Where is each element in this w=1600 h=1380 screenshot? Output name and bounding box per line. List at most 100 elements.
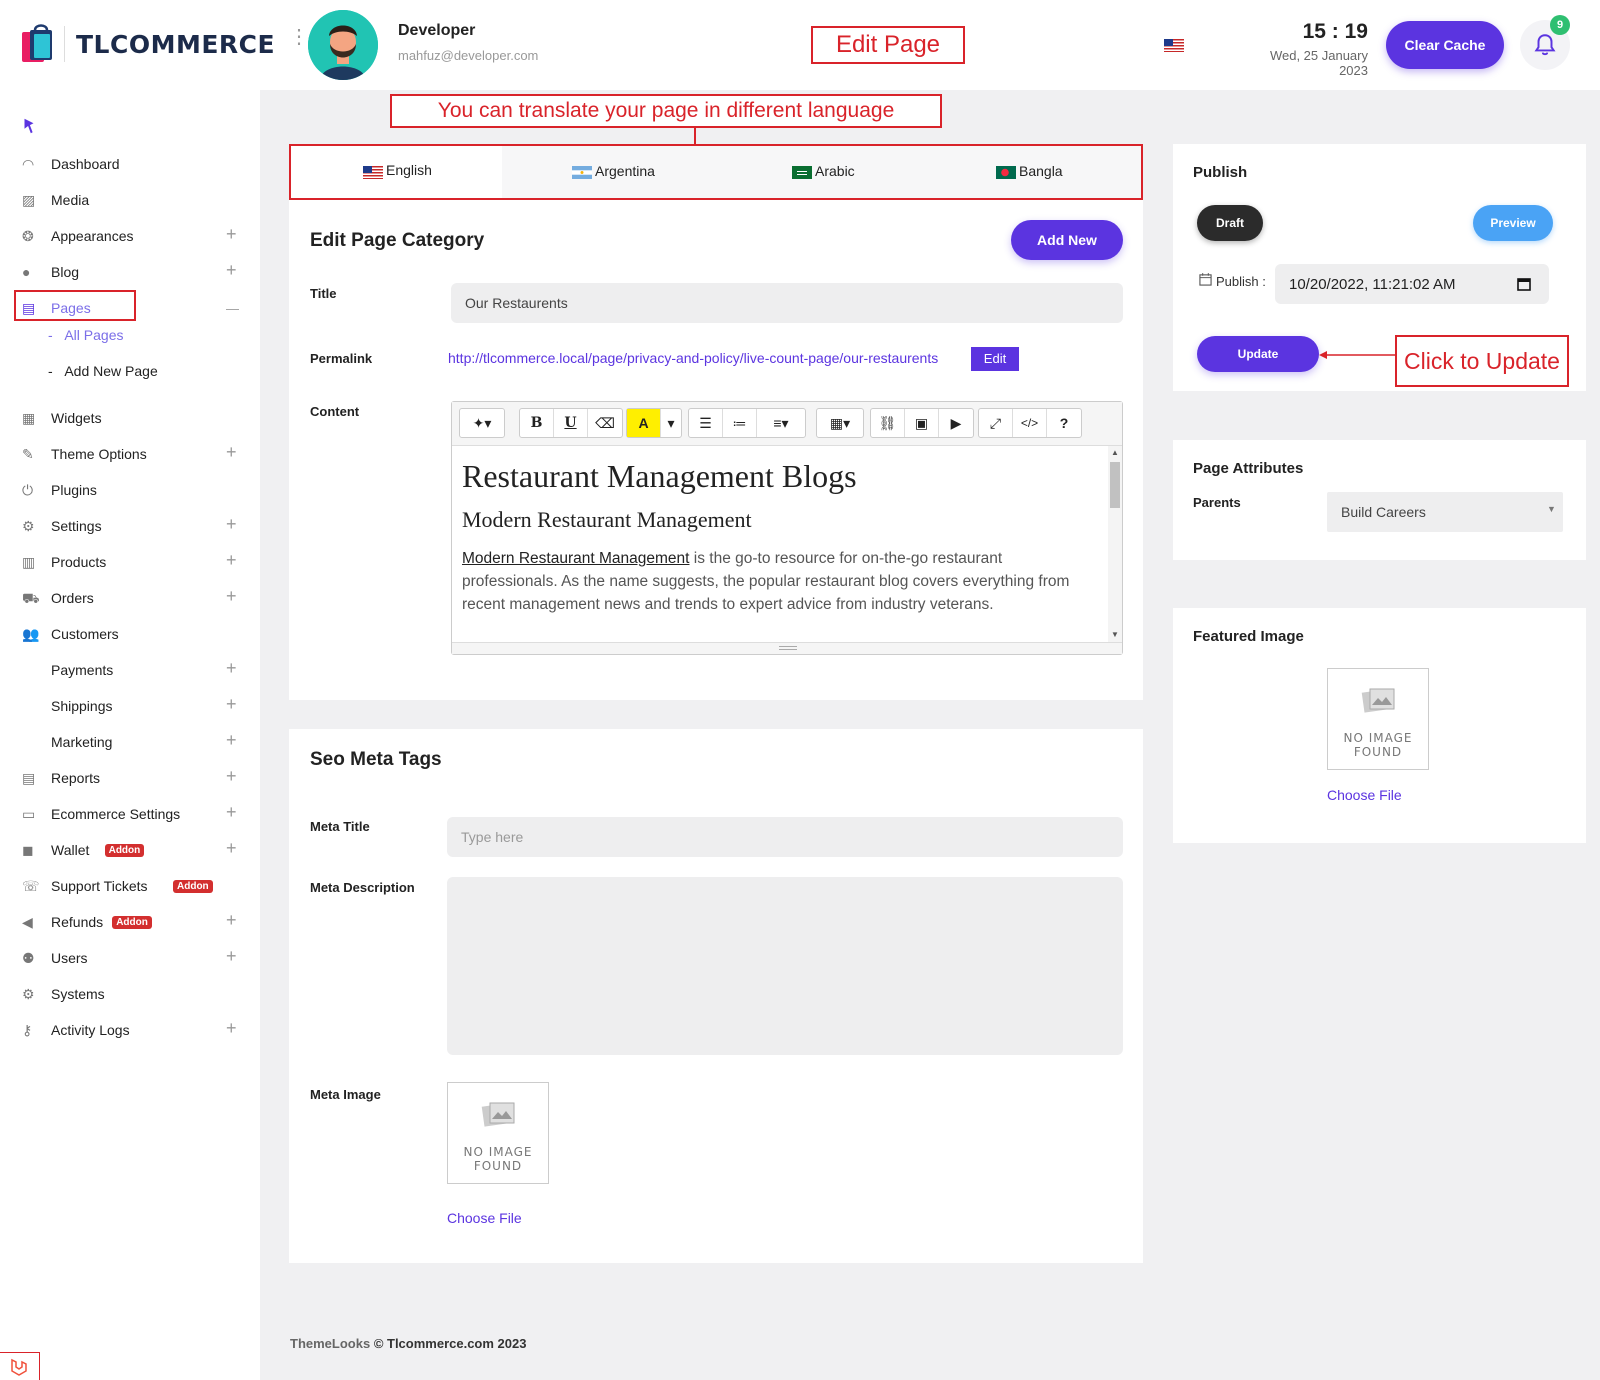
sidebar-item-plugins[interactable]: ⏻ Plugins [0, 476, 260, 506]
avatar[interactable] [308, 10, 378, 80]
expand-plus-icon[interactable]: + [226, 730, 237, 751]
key-icon: ⚷ [22, 1022, 33, 1038]
video-icon[interactable]: ▶ [939, 409, 973, 437]
sidebar-item-theme-options[interactable]: ✎ Theme Options + [0, 440, 260, 470]
collapse-icon[interactable]: — [226, 301, 239, 316]
pin-icon[interactable] [20, 116, 38, 136]
sidebar-item-blog[interactable]: ● Blog + [0, 258, 260, 288]
expand-plus-icon[interactable]: + [226, 946, 237, 967]
title-input[interactable]: Our Restaurents [451, 283, 1123, 323]
expand-plus-icon[interactable]: + [226, 694, 237, 715]
sidebar-item-dashboard[interactable]: ◠ Dashboard [0, 150, 260, 180]
tab-english[interactable]: English [291, 146, 502, 198]
expand-plus-icon[interactable]: + [226, 658, 237, 679]
sidebar-item-shippings[interactable]: Shippings + [0, 692, 260, 722]
expand-plus-icon[interactable]: + [226, 224, 237, 245]
laravel-logo-box[interactable] [0, 1352, 40, 1380]
featured-image-choose-file[interactable]: Choose File [1327, 787, 1402, 803]
expand-plus-icon[interactable]: + [226, 910, 237, 931]
sidebar-item-products[interactable]: ▥ Products + [0, 548, 260, 578]
content-link[interactable]: Modern Restaurant Management [462, 550, 689, 567]
sidebar-subitem-all-pages[interactable]: - All Pages [48, 327, 124, 343]
editor-scrollbar[interactable]: ▲ ▼ [1108, 446, 1122, 642]
draft-button[interactable]: Draft [1197, 205, 1263, 241]
expand-plus-icon[interactable]: + [226, 514, 237, 535]
parents-select[interactable]: Build Careers ▼ [1327, 492, 1563, 532]
expand-plus-icon[interactable]: + [226, 1018, 237, 1039]
publish-card: Publish Draft Preview Publish : 10/20/20… [1173, 144, 1586, 391]
fullscreen-icon[interactable]: ⤢ [979, 409, 1013, 437]
footer-brand[interactable]: ThemeLooks [290, 1336, 370, 1351]
bold-icon[interactable]: B [520, 409, 554, 437]
expand-plus-icon[interactable]: + [226, 838, 237, 859]
sidebar-item-payments[interactable]: Payments + [0, 656, 260, 686]
sidebar-item-appearances[interactable]: ❂ Appearances + [0, 222, 260, 252]
table-icon[interactable]: ▦▾ [817, 409, 863, 437]
publish-datetime-input[interactable]: 10/20/2022, 11:21:02 AM [1275, 264, 1549, 304]
sidebar-item-refunds[interactable]: ◀ Refunds Addon + [0, 908, 260, 938]
calendar-picker-icon[interactable] [1517, 277, 1531, 291]
clear-cache-button[interactable]: Clear Cache [1386, 21, 1504, 69]
no-image-icon [1361, 688, 1395, 713]
expand-plus-icon[interactable]: + [226, 550, 237, 571]
shopping-bag-logo-icon[interactable] [20, 22, 54, 64]
ordered-list-icon[interactable]: ≔ [723, 409, 757, 437]
window-icon: ▭ [22, 806, 36, 822]
sidebar-item-support-tickets[interactable]: ☏ Support Tickets Addon [0, 872, 260, 902]
sidebar-item-wallet[interactable]: ◼ Wallet Addon + [0, 836, 260, 866]
tab-arabic[interactable]: Arabic [714, 146, 926, 198]
featured-image-placeholder[interactable]: NO IMAGE FOUND [1327, 668, 1429, 770]
expand-plus-icon[interactable]: + [226, 260, 237, 281]
scroll-thumb[interactable] [1110, 462, 1120, 508]
permalink-link[interactable]: http://tlcommerce.local/page/privacy-and… [448, 350, 938, 366]
tab-bangla[interactable]: Bangla [926, 146, 1141, 198]
reports-icon: ▤ [22, 770, 36, 786]
code-view-icon[interactable]: </> [1013, 409, 1047, 437]
sidebar-item-orders[interactable]: ⛟ Orders + [0, 584, 260, 614]
update-button[interactable]: Update [1197, 336, 1319, 372]
eraser-icon[interactable]: ⌫ [588, 409, 622, 437]
text-color-icon[interactable]: A [627, 409, 661, 437]
editor-resize-handle[interactable] [452, 642, 1122, 654]
us-flag-icon[interactable] [1164, 39, 1184, 52]
expand-plus-icon[interactable]: + [226, 442, 237, 463]
magic-wand-icon[interactable]: ✦▾ [460, 409, 504, 437]
sidebar-item-customers[interactable]: 👥 Customers [0, 620, 260, 650]
expand-plus-icon[interactable]: + [226, 802, 237, 823]
sidebar-item-ecommerce-settings[interactable]: ▭ Ecommerce Settings + [0, 800, 260, 830]
scroll-up-icon[interactable]: ▲ [1111, 448, 1119, 457]
brand-logo-text[interactable]: TLCOMMERCE [76, 30, 275, 59]
align-icon[interactable]: ≡▾ [757, 409, 805, 437]
help-icon[interactable]: ? [1047, 409, 1081, 437]
more-vertical-icon[interactable]: ⋮ [289, 27, 309, 54]
sidebar-item-media[interactable]: ▨ Media [0, 186, 260, 216]
permalink-edit-button[interactable]: Edit [971, 347, 1019, 371]
color-dropdown-icon[interactable]: ▾ [661, 409, 681, 437]
sidebar-item-systems[interactable]: ⚙ Systems [0, 980, 260, 1010]
meta-title-input[interactable]: Type here [447, 817, 1123, 857]
sidebar-item-label: Shippings [51, 698, 113, 714]
sidebar-subitem-add-new-page[interactable]: - Add New Page [48, 363, 158, 379]
meta-image-choose-file[interactable]: Choose File [447, 1210, 522, 1226]
sidebar-item-marketing[interactable]: Marketing + [0, 728, 260, 758]
meta-image-placeholder[interactable]: NO IMAGE FOUND [447, 1082, 549, 1184]
sidebar-item-reports[interactable]: ▤ Reports + [0, 764, 260, 794]
sidebar-item-widgets[interactable]: ▦ Widgets [0, 404, 260, 434]
rich-text-editor[interactable]: ✦▾ B U ⌫ A ▾ ☰ ≔ ≡▾ ▦▾ ⛓ ▣ ▶ ⤢ </> ? Res… [451, 401, 1123, 655]
add-new-button[interactable]: Add New [1011, 220, 1123, 260]
bullet-list-icon[interactable]: ☰ [689, 409, 723, 437]
sidebar-item-users[interactable]: ⚉ Users + [0, 944, 260, 974]
expand-plus-icon[interactable]: + [226, 766, 237, 787]
expand-plus-icon[interactable]: + [226, 586, 237, 607]
editor-body[interactable]: Restaurant Management Blogs Modern Resta… [452, 446, 1108, 642]
underline-icon[interactable]: U [554, 409, 588, 437]
image-icon[interactable]: ▣ [905, 409, 939, 437]
tab-argentina[interactable]: Argentina [502, 146, 714, 198]
preview-button[interactable]: Preview [1473, 205, 1553, 241]
meta-description-textarea[interactable] [447, 877, 1123, 1055]
scroll-down-icon[interactable]: ▼ [1111, 630, 1119, 639]
sidebar-item-activity-logs[interactable]: ⚷ Activity Logs + [0, 1016, 260, 1046]
sidebar-item-label: Support Tickets [51, 878, 148, 894]
sidebar-item-settings[interactable]: ⚙ Settings + [0, 512, 260, 542]
link-icon[interactable]: ⛓ [871, 409, 905, 437]
